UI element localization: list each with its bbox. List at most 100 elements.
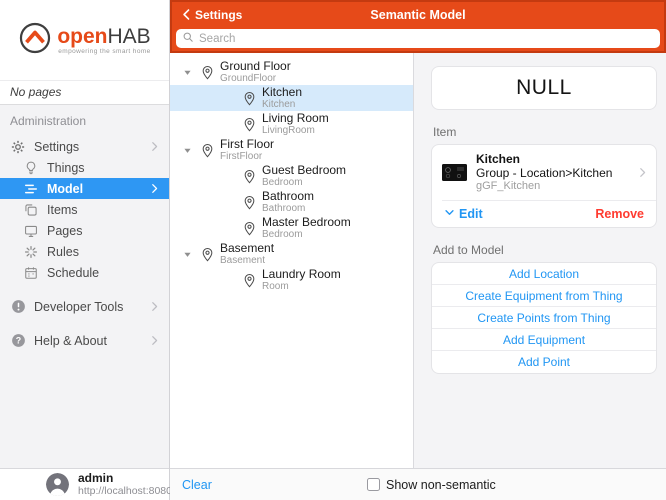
- no-pages-note: No pages: [0, 80, 169, 105]
- brand-open: open: [57, 25, 107, 48]
- page-title: Semantic Model: [172, 8, 664, 22]
- add-action-label: Add Location: [509, 267, 579, 281]
- tree-node-type: Kitchen: [262, 99, 302, 110]
- location-pin-icon: [242, 273, 257, 288]
- tree-node-type: LivingRoom: [262, 125, 329, 136]
- sidebar-item-help-about[interactable]: ? Help & About: [0, 330, 169, 351]
- tree-node-label: Bathroom: [262, 190, 314, 203]
- sidebar-item-things[interactable]: Things: [0, 157, 169, 178]
- calendar-icon: [23, 265, 39, 281]
- chevron-right-icon: [149, 183, 161, 195]
- tree-node-type: GroundFloor: [220, 73, 291, 84]
- chevron-right-icon: [149, 141, 161, 153]
- openhab-app-window: openHAB empowering the smart home No pag…: [0, 0, 666, 500]
- search-bar[interactable]: [176, 29, 660, 48]
- sidebar-item-pages[interactable]: Pages: [0, 220, 169, 241]
- tree-node-label: Master Bedroom: [262, 216, 351, 229]
- tree-node-guest-bedroom[interactable]: Guest Bedroom Bedroom: [170, 163, 413, 189]
- caret-down-icon[interactable]: [182, 67, 194, 78]
- question-circle-icon: ?: [10, 333, 26, 349]
- item-card-row[interactable]: Kitchen Group - Location>Kitchen gGF_Kit…: [432, 145, 656, 200]
- openhab-logo: openHAB empowering the smart home: [0, 0, 169, 80]
- tree-node-label: Guest Bedroom: [262, 164, 346, 177]
- show-non-semantic-toggle[interactable]: Show non-semantic: [367, 469, 496, 500]
- item-section-label: Item: [433, 125, 655, 139]
- bottom-toolbar: Clear Show non-semantic: [170, 468, 666, 500]
- add-equipment-button[interactable]: Add Equipment: [432, 329, 656, 351]
- account-server-url: http://localhost:8080: [78, 485, 172, 497]
- create-equipment-from-thing-button[interactable]: Create Equipment from Thing: [432, 285, 656, 307]
- tree-node-ground-floor[interactable]: Ground Floor GroundFloor: [170, 59, 413, 85]
- tree-node-kitchen[interactable]: Kitchen Kitchen: [170, 85, 413, 111]
- model-tree-icon: [23, 181, 39, 197]
- brand-tagline: empowering the smart home: [57, 48, 150, 55]
- account-username: admin: [78, 472, 172, 485]
- tree-node-living-room[interactable]: Living Room LivingRoom: [170, 111, 413, 137]
- brand-wordmark: openHAB: [57, 26, 150, 47]
- sidebar-item-rules[interactable]: Rules: [0, 241, 169, 262]
- account-panel[interactable]: admin http://localhost:8080: [0, 468, 169, 500]
- tree-node-type: Bedroom: [262, 177, 346, 188]
- clear-button[interactable]: Clear: [182, 469, 212, 500]
- create-points-from-thing-button[interactable]: Create Points from Thing: [432, 307, 656, 329]
- back-to-settings-link[interactable]: Settings: [180, 8, 242, 22]
- add-location-button[interactable]: Add Location: [432, 263, 656, 285]
- edit-button[interactable]: Edit: [444, 207, 483, 221]
- item-type: Group - Location>Kitchen: [476, 166, 628, 180]
- add-action-label: Add Equipment: [503, 333, 585, 347]
- content: Ground Floor GroundFloor Kitchen Kitchen…: [170, 53, 666, 468]
- chevron-left-icon: [180, 8, 193, 21]
- chevron-right-icon: [149, 335, 161, 347]
- tree-node-first-floor[interactable]: First Floor FirstFloor: [170, 137, 413, 163]
- lightbulb-icon: [23, 160, 39, 176]
- tree-node-label: Laundry Room: [262, 268, 341, 281]
- chevron-right-icon: [637, 167, 648, 178]
- sidebar-nav: Administration Settings Things Model Ite…: [0, 105, 169, 351]
- add-point-button[interactable]: Add Point: [432, 351, 656, 373]
- svg-text:?: ?: [15, 336, 20, 346]
- tree-node-label: Basement: [220, 242, 274, 255]
- back-label: Settings: [195, 8, 242, 22]
- caret-down-icon[interactable]: [182, 145, 194, 156]
- sidebar-item-items[interactable]: Items: [0, 199, 169, 220]
- tree-node-basement[interactable]: Basement Basement: [170, 241, 413, 267]
- sidebar-item-schedule[interactable]: Schedule: [0, 262, 169, 283]
- gear-icon: [10, 139, 26, 155]
- location-pin-icon: [200, 65, 215, 80]
- monitor-icon: [23, 223, 39, 239]
- exclamation-circle-icon: [10, 299, 26, 315]
- items-copy-icon: [23, 202, 39, 218]
- location-pin-icon: [242, 169, 257, 184]
- tree-node-label: Ground Floor: [220, 60, 291, 73]
- add-to-model-actions: Add Location Create Equipment from Thing…: [431, 262, 657, 374]
- tree-node-type: Room: [262, 281, 341, 292]
- tree-node-label: Living Room: [262, 112, 329, 125]
- tree-node-type: Bathroom: [262, 203, 314, 214]
- caret-down-icon[interactable]: [182, 249, 194, 260]
- item-state-card: NULL: [431, 66, 657, 110]
- location-pin-icon: [200, 247, 215, 262]
- semantic-model-tree: Ground Floor GroundFloor Kitchen Kitchen…: [170, 53, 413, 468]
- sidebar-item-settings[interactable]: Settings: [0, 136, 169, 157]
- remove-button[interactable]: Remove: [595, 207, 644, 221]
- location-pin-icon: [242, 91, 257, 106]
- tree-node-label: First Floor: [220, 138, 274, 151]
- kitchen-thumbnail-image: [442, 164, 467, 181]
- item-id: gGF_Kitchen: [476, 180, 628, 193]
- tree-node-laundry-room[interactable]: Laundry Room Room: [170, 267, 413, 293]
- sidebar-item-developer-tools[interactable]: Developer Tools: [0, 296, 169, 317]
- edit-label: Edit: [459, 207, 483, 221]
- tree-node-bathroom[interactable]: Bathroom Bathroom: [170, 189, 413, 215]
- administration-section-label: Administration: [0, 114, 169, 128]
- sidebar: openHAB empowering the smart home No pag…: [0, 0, 170, 500]
- search-input[interactable]: [199, 33, 654, 45]
- avatar-person-icon: [46, 473, 69, 496]
- tree-node-master-bedroom[interactable]: Master Bedroom Bedroom: [170, 215, 413, 241]
- item-card: Kitchen Group - Location>Kitchen gGF_Kit…: [431, 144, 657, 228]
- sidebar-item-model[interactable]: Model: [0, 178, 169, 199]
- show-non-semantic-checkbox[interactable]: [367, 478, 380, 491]
- show-non-semantic-label: Show non-semantic: [386, 478, 496, 492]
- search-icon: [182, 30, 194, 48]
- openhab-logo-icon: [18, 21, 52, 60]
- add-action-label: Create Equipment from Thing: [465, 289, 622, 303]
